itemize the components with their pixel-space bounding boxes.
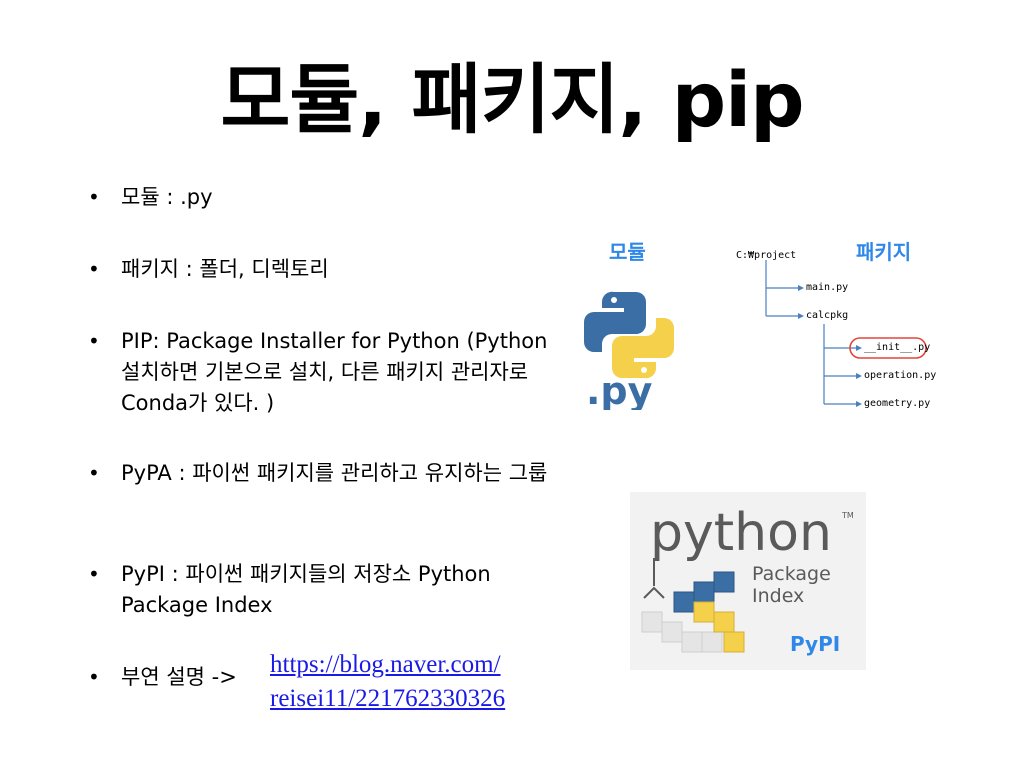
bullet-dot: • xyxy=(88,185,100,209)
tree-item: operation.py xyxy=(864,370,937,381)
pypi-logo: python TM Package Index PyPI xyxy=(630,492,866,670)
tree-item: calcpkg xyxy=(806,310,849,321)
pypi-tm: TM xyxy=(841,511,854,520)
bullet-dot: • xyxy=(88,665,100,689)
bullet-text: PyPA : 파이썬 패키지를 관리하고 유지하는 그룹 xyxy=(121,461,548,485)
py-extension-text: .py xyxy=(586,369,653,410)
tree-root: C:₩project xyxy=(736,250,797,261)
pypi-label: PyPI xyxy=(790,632,841,656)
tree-item: __init__.py xyxy=(864,342,931,353)
bullet-dot: • xyxy=(88,562,100,586)
pypi-index-text: Index xyxy=(752,585,804,607)
bullet-dot: • xyxy=(88,257,100,281)
pypi-package-text: Package xyxy=(752,563,831,585)
pypi-cubes-icon xyxy=(641,558,745,653)
python-py-file-icon: .py xyxy=(584,290,674,414)
blog-link-line2[interactable]: reisei11/221762330326 xyxy=(270,682,570,716)
tree-item: main.py xyxy=(806,282,849,293)
tree-item: geometry.py xyxy=(864,398,931,409)
pypi-wordmark: python xyxy=(650,503,832,563)
bullet-text: PIP: Package Installer for Python (Pytho… xyxy=(121,329,548,415)
bullet-text: 패키지 : 폴더, 디렉토리 xyxy=(121,257,329,281)
bullet-dot: • xyxy=(88,329,100,353)
blog-link[interactable]: https://blog.naver.com/ reisei11/2217623… xyxy=(270,648,570,716)
blog-link-line1[interactable]: https://blog.naver.com/ xyxy=(270,648,570,682)
bullet-text: 모듈 : .py xyxy=(121,185,213,209)
tree-lines xyxy=(765,260,927,407)
bullet-text: PyPI : 파이썬 패키지들의 저장소 Python Package Inde… xyxy=(121,562,491,617)
slide-title: 모듈, 패키지, pip xyxy=(220,55,804,144)
module-label: 모듈 xyxy=(609,240,646,264)
bullet-dot: • xyxy=(88,461,100,485)
package-tree-diagram: C:₩project main.py calcpkg __init__.py o… xyxy=(736,246,936,416)
